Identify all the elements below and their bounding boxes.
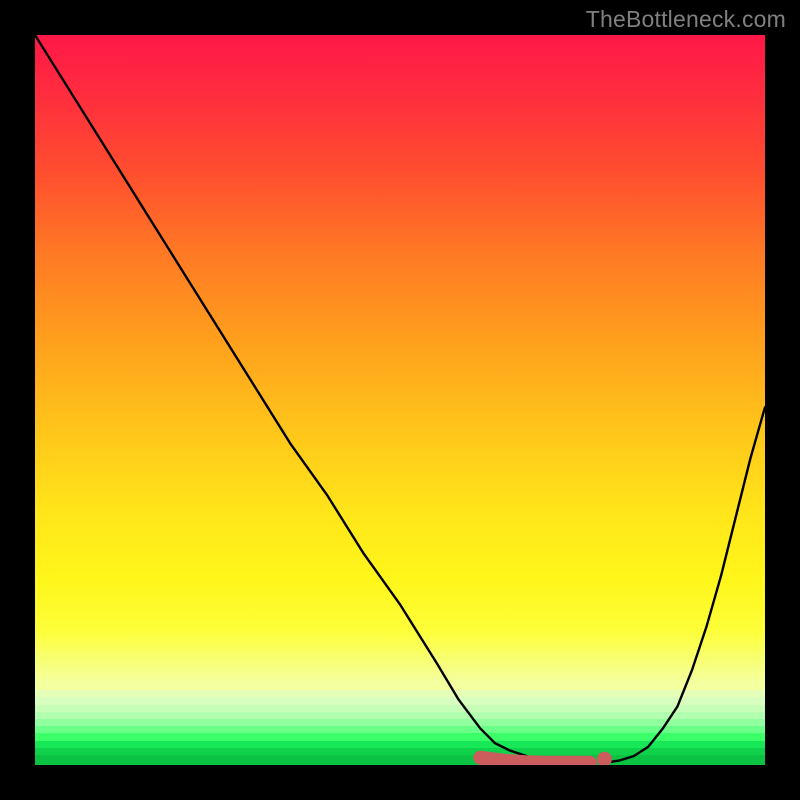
plot-area bbox=[35, 35, 765, 765]
watermark-text: TheBottleneck.com bbox=[586, 6, 786, 33]
highlight-segment-path bbox=[480, 758, 590, 763]
curve-a-path bbox=[35, 35, 590, 764]
chart-container: TheBottleneck.com bbox=[0, 0, 800, 800]
highlight-dot bbox=[597, 752, 612, 765]
curve-overlay bbox=[35, 35, 765, 765]
curve-b-path bbox=[604, 407, 765, 763]
